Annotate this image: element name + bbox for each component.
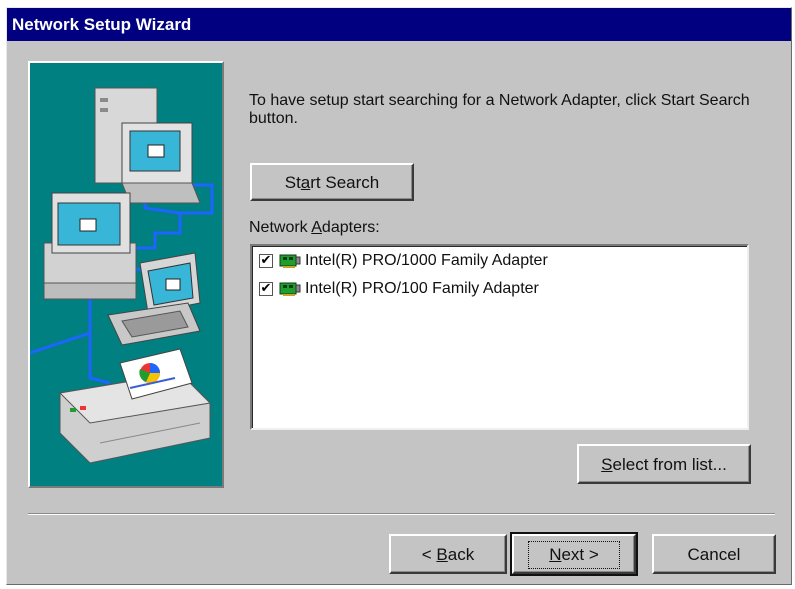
list-item[interactable]: ✔ Intel(R) PRO/1000 Family Adapter [259,250,739,274]
next-label-post: ext > [561,544,599,564]
window-title: Network Setup Wizard [12,15,192,34]
start-search-button[interactable]: Start Search [250,163,414,201]
next-focus-ring: Next > [528,540,620,569]
start-search-label-post: rt Search [310,172,380,192]
network-setup-wizard-window: Network Setup Wizard To have setup start… [6,7,792,585]
network-card-icon [279,254,301,268]
start-search-accelerator: a [300,172,311,192]
footer-divider [28,513,775,515]
cancel-button[interactable]: Cancel [652,534,776,574]
select-from-list-button[interactable]: Select from list... [577,444,751,484]
adapters-label-pre: Network [249,219,312,236]
next-button[interactable]: Next > [510,532,638,576]
list-item[interactable]: ✔ Intel(R) PRO/100 Family Adapter [259,278,739,302]
back-accelerator: B [436,544,448,564]
adapter-name: Intel(R) PRO/100 Family Adapter [305,280,539,297]
adapter-checkbox[interactable]: ✔ [259,254,273,268]
start-search-label-pre: St [284,172,301,192]
select-from-list-accelerator: S [601,454,613,474]
back-label-pre: < [421,544,437,564]
select-from-list-label-post: elect from list... [612,454,727,474]
adapter-checkbox[interactable]: ✔ [259,282,273,296]
adapters-label-accelerator: A [311,219,322,236]
next-accelerator: N [549,544,562,564]
network-adapters-list[interactable]: ✔ Intel(R) PRO/1000 Family Adapter ✔ Int… [250,244,749,430]
adapter-name: Intel(R) PRO/1000 Family Adapter [305,252,548,269]
back-button[interactable]: < Back [389,534,507,574]
adapters-label-post: dapters: [321,219,380,236]
wizard-network-illustration [28,61,224,488]
title-bar[interactable]: Network Setup Wizard [7,8,791,41]
network-card-icon [279,282,301,296]
back-label-post: ack [447,544,475,564]
network-computers-illustration [30,87,214,464]
network-adapters-label: Network Adapters: [249,219,380,237]
instructions-text: To have setup start searching for a Netw… [249,92,750,127]
